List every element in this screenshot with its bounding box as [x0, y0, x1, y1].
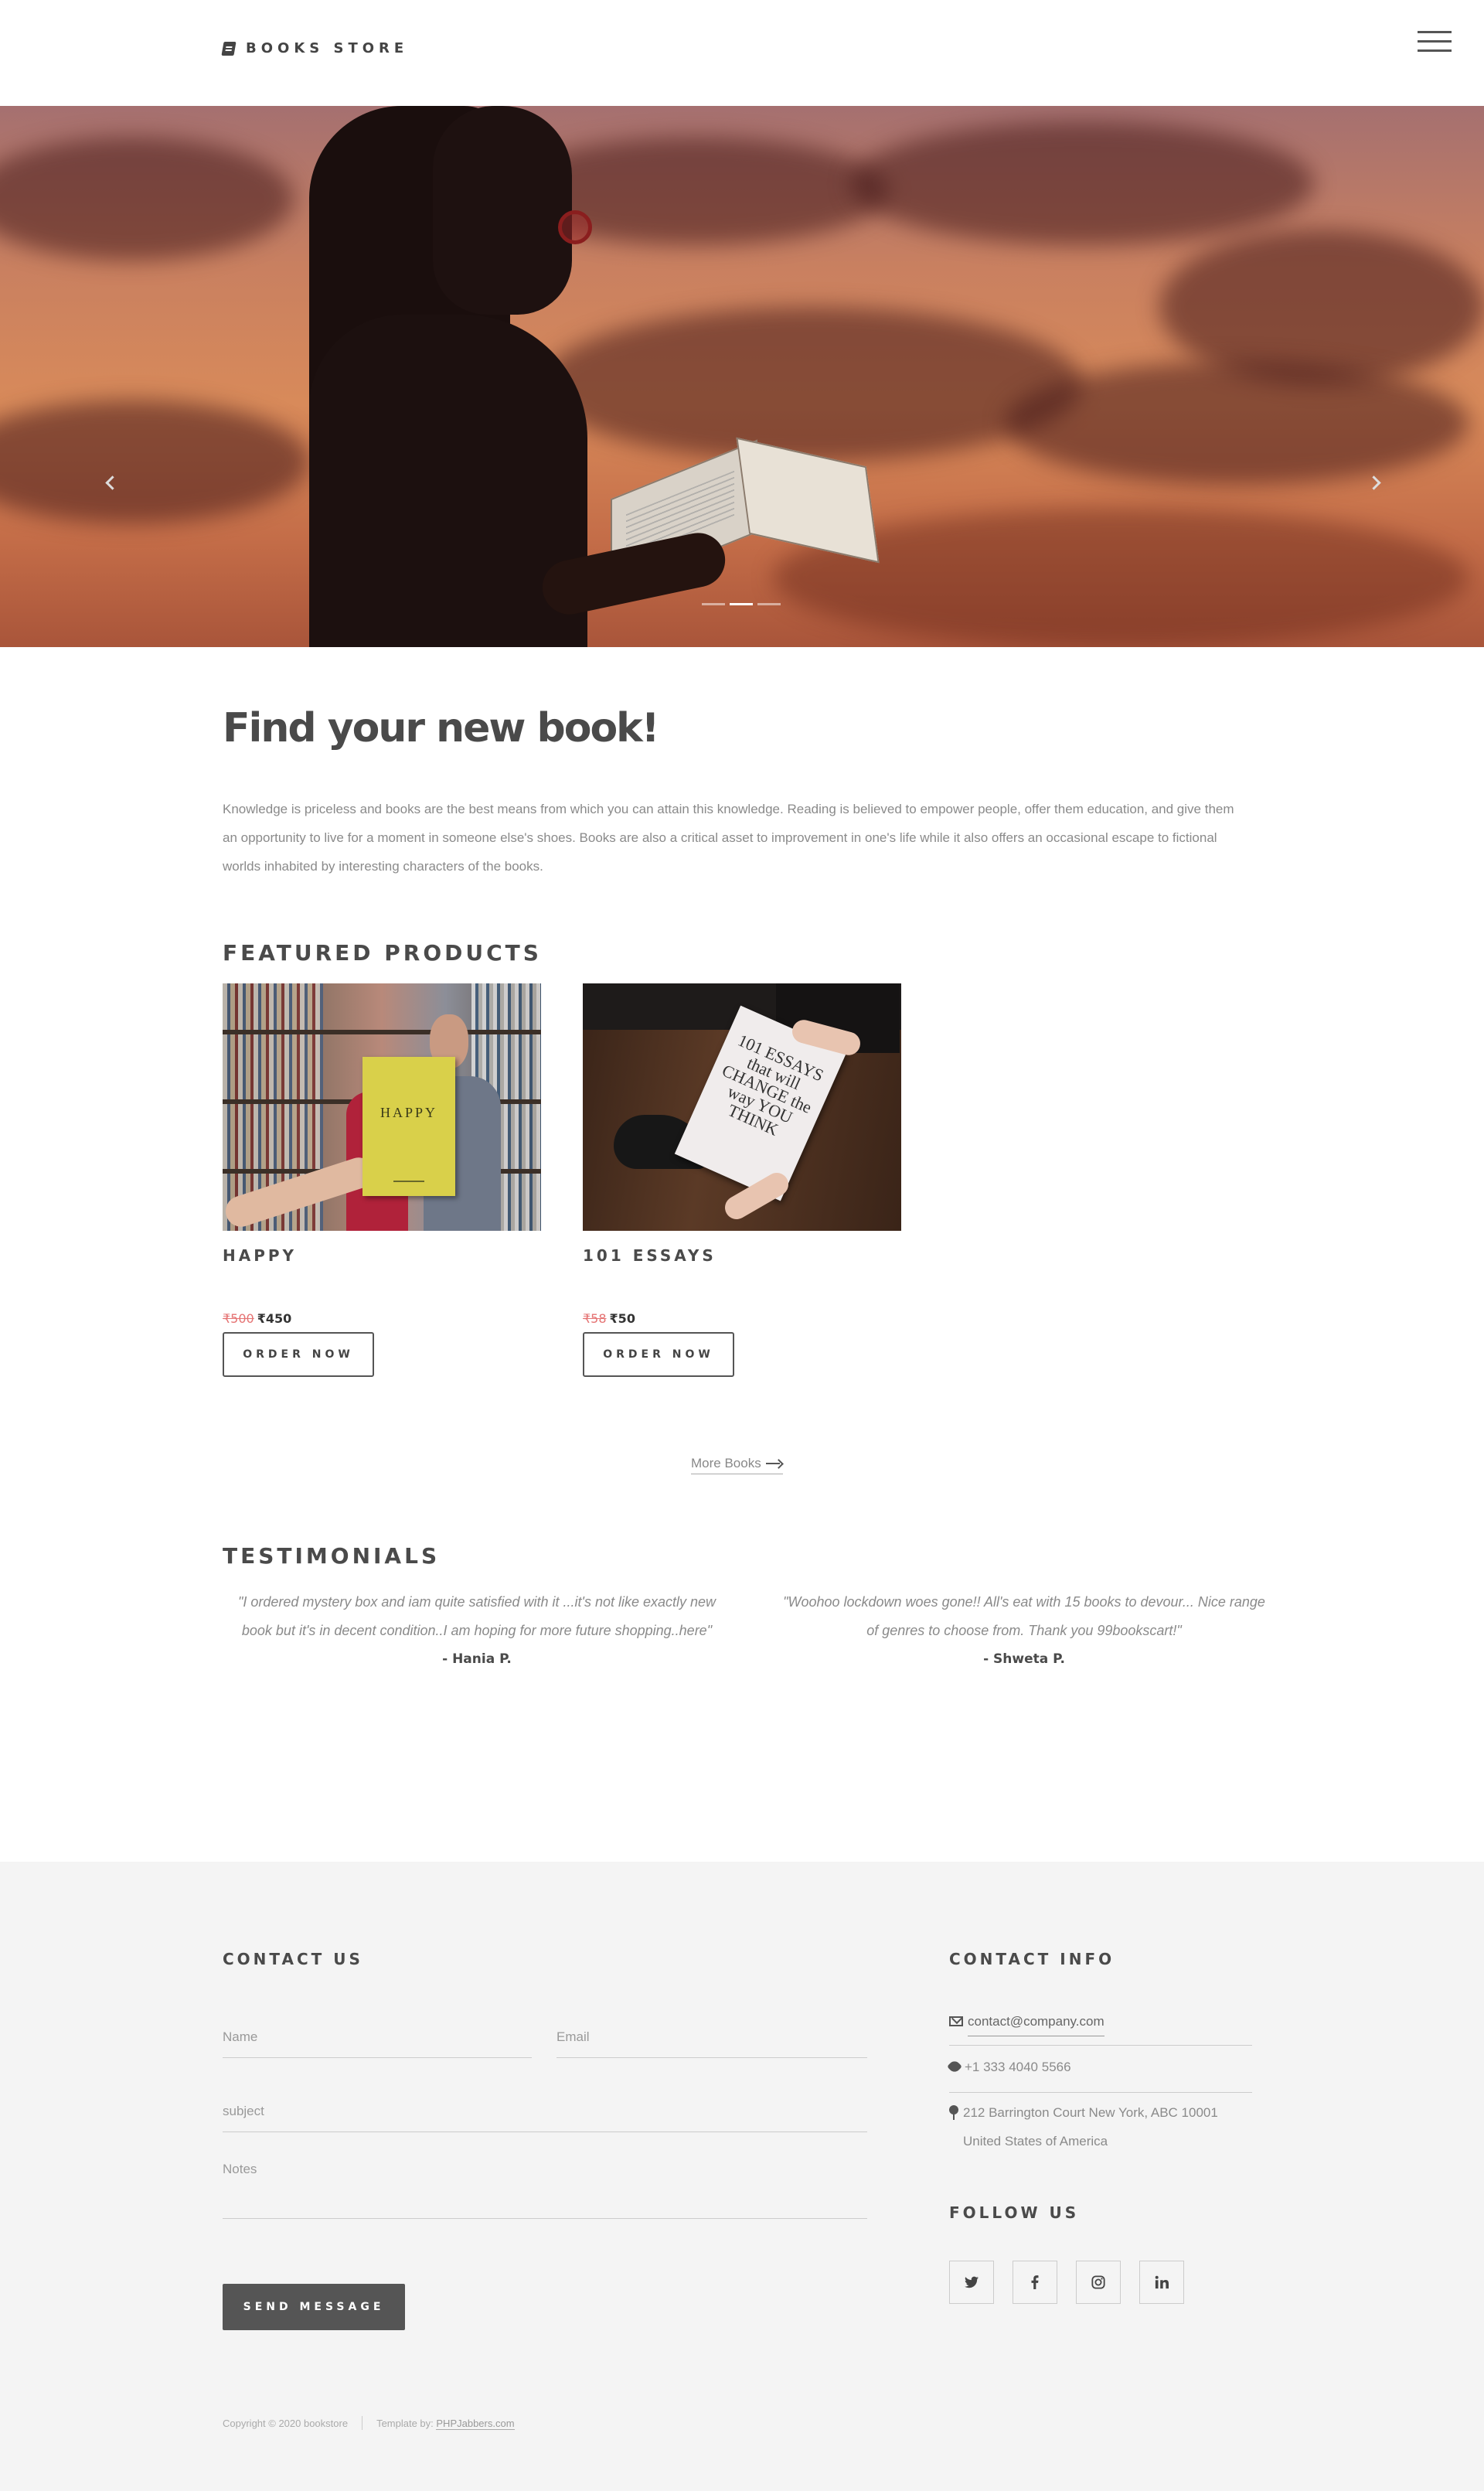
sunglasses	[558, 210, 592, 244]
contact-info-heading: CONTACT INFO	[949, 1950, 1115, 1968]
follow-us-heading: FOLLOW US	[949, 2203, 1080, 2222]
old-price: ₹500	[223, 1311, 254, 1326]
current-price: ₹450	[257, 1311, 292, 1326]
product-name[interactable]: 101 ESSAYS	[583, 1246, 901, 1265]
logo-text: BOOKS STORE	[246, 40, 409, 56]
contact-phone: +1 333 4040 5566	[965, 2060, 1071, 2074]
testimonial: "Woohoo lockdown woes gone!! All's eat w…	[773, 1588, 1275, 1674]
template-by-label: Template by:	[376, 2417, 434, 2429]
contact-email-row: contact@company.com	[949, 2007, 1252, 2046]
hero-carousel	[0, 106, 1484, 647]
chevron-left-icon[interactable]	[102, 473, 121, 492]
site-header: BOOKS STORE	[0, 0, 1484, 106]
page-title: Find your new book!	[223, 705, 659, 751]
testimonial-author: - Shweta P.	[983, 1651, 1065, 1667]
product-image[interactable]: 101 ESSAYS that will CHANGE the way YOU …	[583, 983, 901, 1231]
contact-address: 212 Barrington Court New York, ABC 10001…	[963, 2105, 1218, 2149]
hamburger-menu-icon[interactable]	[1418, 31, 1452, 54]
copyright-bar: Copyright © 2020 bookstore Template by: …	[223, 2416, 515, 2430]
subject-field[interactable]	[223, 2091, 867, 2132]
product-card: HAPPY HAPPY ₹500 ₹450 ORDER NOW	[223, 983, 541, 1377]
chevron-right-icon[interactable]	[1363, 473, 1382, 492]
featured-products-heading: FEATURED PRODUCTS	[223, 940, 542, 966]
testimonial: "I ordered mystery box and iam quite sat…	[226, 1588, 728, 1674]
product-name[interactable]: HAPPY	[223, 1246, 541, 1265]
product-price: ₹500 ₹450	[223, 1311, 541, 1326]
order-now-button[interactable]: ORDER NOW	[583, 1332, 734, 1377]
copyright-text: Copyright © 2020 bookstore	[223, 2417, 349, 2429]
product-price: ₹58 ₹50	[583, 1311, 901, 1326]
contact-us-heading: CONTACT US	[223, 1950, 363, 1968]
book-cover-title: HAPPY	[380, 1105, 438, 1120]
email-field[interactable]	[556, 2016, 867, 2058]
more-books-link[interactable]: More Books	[691, 1456, 783, 1474]
notes-field[interactable]	[223, 2162, 867, 2219]
template-author-link[interactable]: PHPJabbers.com	[436, 2417, 515, 2430]
carousel-indicators	[702, 603, 781, 605]
site-logo[interactable]: BOOKS STORE	[223, 40, 408, 56]
instagram-icon[interactable]	[1076, 2261, 1121, 2304]
contact-address-row: 212 Barrington Court New York, ABC 10001…	[949, 2098, 1252, 2155]
testimonial-quote: "Woohoo lockdown woes gone!! All's eat w…	[783, 1594, 1265, 1638]
facebook-icon[interactable]	[1013, 2261, 1057, 2304]
more-books-label: More Books	[691, 1456, 761, 1470]
envelope-icon	[949, 2016, 963, 2026]
current-price: ₹50	[609, 1311, 635, 1326]
carousel-indicator-active[interactable]	[730, 603, 753, 605]
testimonial-quote: "I ordered mystery box and iam quite sat…	[237, 1594, 716, 1638]
name-field[interactable]	[223, 2016, 532, 2058]
testimonials-heading: TESTIMONIALS	[223, 1543, 441, 1569]
carousel-indicator[interactable]	[757, 603, 781, 605]
contact-phone-row: +1 333 4040 5566	[947, 2053, 1252, 2093]
book-icon	[221, 42, 236, 56]
book-cover-title: 101 ESSAYS that will CHANGE the way YOU …	[719, 1030, 827, 1140]
intro-paragraph: Knowledge is priceless and books are the…	[223, 802, 1234, 874]
testimonial-author: - Hania P.	[442, 1651, 512, 1667]
product-image[interactable]: HAPPY	[223, 983, 541, 1231]
order-now-button[interactable]: ORDER NOW	[223, 1332, 374, 1377]
phone-icon	[947, 2059, 962, 2074]
map-pin-icon	[949, 2105, 958, 2121]
twitter-icon[interactable]	[949, 2261, 994, 2304]
contact-email-link[interactable]: contact@company.com	[968, 2007, 1104, 2036]
product-card: 101 ESSAYS that will CHANGE the way YOU …	[583, 983, 901, 1377]
send-message-button[interactable]: SEND MESSAGE	[223, 2284, 405, 2330]
carousel-indicator[interactable]	[702, 603, 725, 605]
old-price: ₹58	[583, 1311, 607, 1326]
linkedin-icon[interactable]	[1139, 2261, 1184, 2304]
arrow-right-icon	[765, 1460, 783, 1467]
